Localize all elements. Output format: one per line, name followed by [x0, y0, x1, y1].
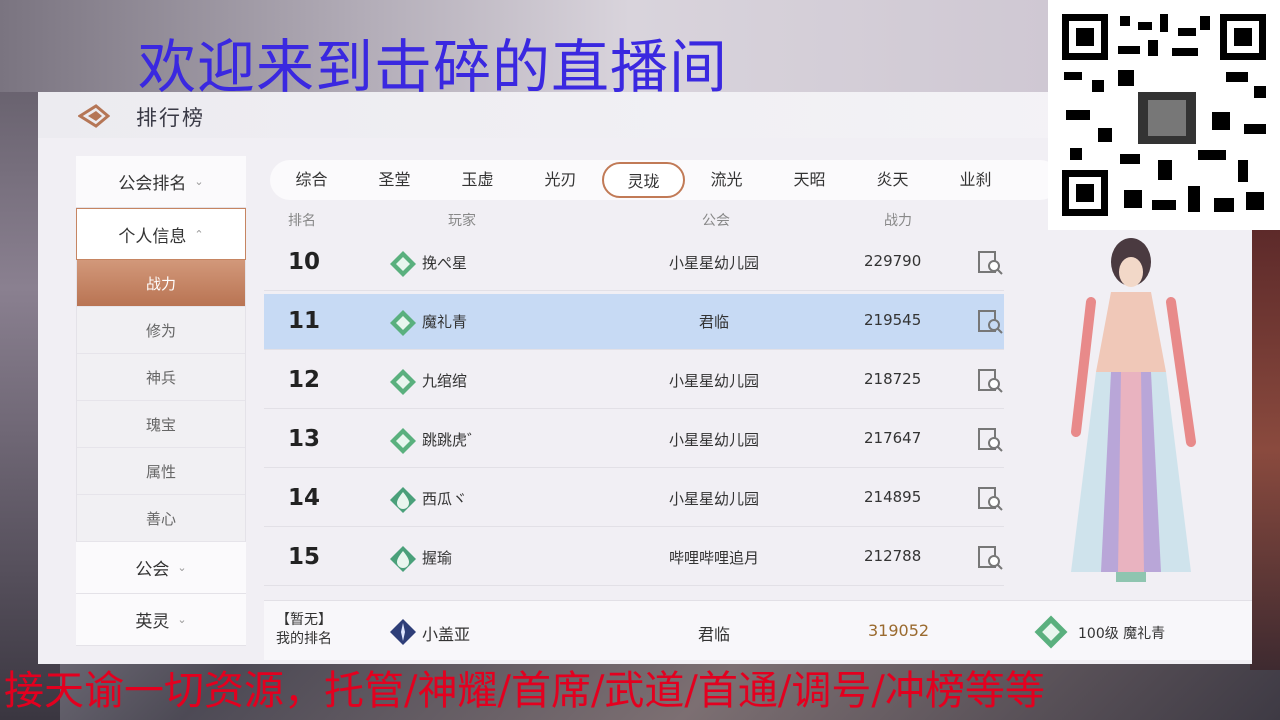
row-player-name: 魔礼青: [422, 313, 468, 331]
column-header-rank: 排名: [288, 213, 316, 229]
tab-linglong[interactable]: 灵珑: [602, 162, 685, 198]
menu-group-label: 个人信息: [118, 226, 187, 247]
page-title: 排行榜: [136, 106, 205, 130]
table-row[interactable]: 14 西瓜ヾ 小星星幼儿园 214895: [264, 471, 1004, 527]
guangren-blade-icon: [390, 619, 416, 645]
menu-group-guild[interactable]: 公会 ⌄: [76, 542, 246, 594]
column-header-power: 战力: [884, 213, 912, 229]
lingyu-diamond-icon: [1034, 615, 1068, 649]
menu-group-label: 英灵: [135, 612, 170, 632]
row-player-name: 握瑜: [422, 549, 453, 567]
inspect-search-icon[interactable]: [976, 249, 1004, 277]
menu-group-guild-rank[interactable]: 公会排名 ⌄: [76, 156, 246, 208]
character-portrait: [1071, 238, 1196, 582]
tab-liuguang[interactable]: 流光: [685, 162, 768, 198]
my-rank-value: 【暂无】: [276, 612, 332, 628]
sub-item-attributes[interactable]: 属性: [77, 448, 245, 495]
row-player-name: 跳跳虎゛: [422, 431, 483, 449]
top-player-label: 100级 魔礼青: [1078, 626, 1166, 642]
row-rank: 13: [288, 426, 321, 452]
chevron-down-icon: ⌄: [194, 175, 204, 188]
tab-guangren[interactable]: 光刃: [519, 162, 602, 198]
row-power: 212788: [864, 547, 922, 565]
menu-group-label: 公会排名: [118, 174, 187, 194]
inspect-search-icon[interactable]: [976, 485, 1004, 513]
table-row[interactable]: 12 九绾绾 小星星幼儿园 218725: [264, 353, 1004, 409]
lingyu-diamond-icon: [390, 428, 416, 454]
row-power: 219545: [864, 311, 922, 329]
my-player-name: 小盖亚: [422, 625, 471, 644]
chevron-down-icon: ⌄: [177, 561, 187, 574]
table-row[interactable]: 10 挽ぺ星 小星星幼儿园 229790: [264, 235, 1004, 291]
back-arrow-icon[interactable]: [78, 104, 110, 128]
inspect-search-icon[interactable]: [976, 544, 1004, 572]
sub-item-kindness[interactable]: 善心: [77, 495, 245, 542]
sub-item-treasure[interactable]: 瑰宝: [77, 401, 245, 448]
row-guild: 小星星幼儿园: [668, 372, 759, 390]
row-rank: 11: [288, 308, 321, 334]
class-tabs: 综合 圣堂 玉虚 光刃 灵珑 流光 天昭 炎天 业刹 暂: [270, 160, 1060, 200]
qr-code-image: [1048, 0, 1280, 230]
row-guild: 小星星幼儿园: [668, 490, 759, 508]
row-rank: 14: [288, 485, 321, 511]
menu-group-personal-info[interactable]: 个人信息 ⌃: [76, 208, 246, 260]
row-guild: 小星星幼儿园: [668, 431, 759, 449]
stream-welcome-overlay: 欢迎来到击碎的直播间: [138, 33, 729, 101]
row-rank: 15: [288, 544, 321, 570]
row-power: 229790: [864, 252, 922, 270]
tab-zonghe[interactable]: 综合: [270, 162, 353, 198]
sub-item-divine-weapon[interactable]: 神兵: [77, 354, 245, 401]
stream-ad-overlay: 接天谕一切资源，托管/神耀/首席/武道/首通/调号/冲榜等等: [4, 668, 1045, 714]
chevron-down-icon: ⌄: [177, 613, 187, 626]
menu-group-heroic-spirit[interactable]: 英灵 ⌄: [76, 594, 246, 646]
my-guild: 君临: [697, 625, 730, 644]
tab-shengtang[interactable]: 圣堂: [353, 162, 436, 198]
row-player-name: 西瓜ヾ: [422, 490, 468, 508]
row-rank: 12: [288, 367, 321, 393]
my-power: 319052: [868, 621, 930, 640]
submenu: 战力 修为 神兵 瑰宝 属性 善心: [76, 260, 246, 542]
row-player-name: 九绾绾: [422, 372, 468, 390]
liuguang-drop-icon: [390, 487, 416, 513]
lingyu-diamond-icon: [390, 251, 416, 277]
my-rank-label: 我的排名: [276, 631, 332, 647]
tab-yantian[interactable]: 炎天: [851, 162, 934, 198]
tab-yuxu[interactable]: 玉虚: [436, 162, 519, 198]
tab-yesha[interactable]: 业刹: [934, 162, 1017, 198]
row-player-name: 挽ぺ星: [422, 254, 468, 272]
left-menu: 公会排名 ⌄ 个人信息 ⌃ 战力 修为 神兵 瑰宝 属性 善心 公会 ⌄ 英灵 …: [76, 156, 246, 646]
row-guild: 君临: [698, 313, 729, 331]
column-header-player: 玩家: [448, 213, 476, 229]
table-column-headers: 排名 玩家 公会 战力: [264, 210, 1004, 232]
row-power: 217647: [864, 429, 922, 447]
table-row[interactable]: 11 魔礼青 君临 219545: [264, 294, 1004, 350]
inspect-search-icon[interactable]: [976, 426, 1004, 454]
row-power: 214895: [864, 488, 922, 506]
my-rank-bar: 【暂无】 我的排名 小盖亚 君临 319052 100级 魔礼青: [264, 600, 1252, 660]
table-row[interactable]: 15 握瑜 哔哩哔哩追月 212788: [264, 530, 1004, 586]
lingyu-diamond-icon: [390, 310, 416, 336]
row-power: 218725: [864, 370, 922, 388]
column-header-guild: 公会: [702, 213, 730, 229]
inspect-search-icon[interactable]: [976, 367, 1004, 395]
sub-item-cultivation[interactable]: 修为: [77, 307, 245, 354]
background-scenery-right: [1250, 230, 1280, 670]
liuguang-drop-icon: [390, 546, 416, 572]
inspect-search-icon[interactable]: [976, 308, 1004, 336]
row-rank: 10: [288, 249, 321, 275]
menu-group-label: 公会: [135, 560, 170, 580]
row-guild: 哔哩哔哩追月: [668, 549, 759, 567]
row-guild: 小星星幼儿园: [668, 254, 759, 272]
sub-item-power[interactable]: 战力: [77, 260, 245, 307]
tab-tianzhao[interactable]: 天昭: [768, 162, 851, 198]
table-row[interactable]: 13 跳跳虎゛ 小星星幼儿园 217647: [264, 412, 1004, 468]
chevron-up-icon: ⌃: [194, 227, 204, 241]
my-rank-status: 【暂无】 我的排名: [276, 611, 332, 649]
lingyu-diamond-icon: [390, 369, 416, 395]
